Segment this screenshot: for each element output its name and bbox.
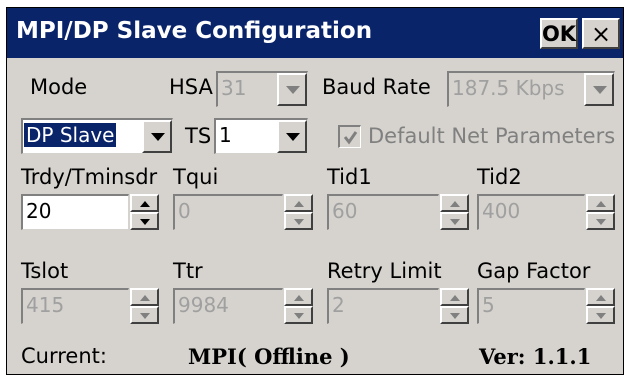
config-window: MPI/DP Slave Configuration OK × Mode HSA… bbox=[6, 7, 624, 375]
ts-dropdown[interactable]: 1 bbox=[214, 118, 308, 154]
default-net-label: Default Net Parameters bbox=[368, 124, 616, 148]
arrow-up-icon bbox=[284, 288, 313, 306]
version-label: Ver: 1.1.1 bbox=[479, 344, 592, 369]
current-status: MPI( Offline ) bbox=[188, 344, 350, 369]
gap-factor-input: 5 bbox=[477, 288, 585, 324]
retry-limit-value: 2 bbox=[332, 293, 345, 317]
arrow-down-icon bbox=[130, 306, 159, 324]
baud-rate-value: 187.5 Kbps bbox=[452, 76, 565, 100]
tslot-label: Tslot bbox=[21, 259, 69, 283]
arrow-down-icon[interactable] bbox=[130, 212, 159, 230]
ttr-spinner bbox=[284, 288, 313, 324]
chevron-down-icon[interactable] bbox=[142, 120, 172, 153]
arrow-down-icon bbox=[440, 306, 469, 324]
close-button[interactable]: × bbox=[582, 18, 620, 49]
arrow-up-icon[interactable] bbox=[130, 194, 159, 212]
tid1-label: Tid1 bbox=[327, 165, 372, 189]
tqui-value: 0 bbox=[178, 199, 191, 223]
tslot-input: 415 bbox=[21, 288, 129, 324]
arrow-up-icon bbox=[440, 194, 469, 212]
baud-rate-dropdown: 187.5 Kbps bbox=[447, 71, 615, 107]
trdy-value: 20 bbox=[26, 199, 52, 223]
chevron-down-icon bbox=[584, 73, 614, 106]
arrow-down-icon bbox=[284, 306, 313, 324]
mode-dropdown[interactable]: DP Slave bbox=[21, 118, 173, 154]
tqui-input: 0 bbox=[173, 194, 283, 230]
ts-label: TS bbox=[185, 124, 212, 148]
arrow-down-icon bbox=[284, 212, 313, 230]
gap-factor-value: 5 bbox=[482, 293, 495, 317]
ts-value: 1 bbox=[219, 123, 232, 147]
tid2-spinner bbox=[586, 194, 615, 230]
tid2-input: 400 bbox=[477, 194, 585, 230]
trdy-input[interactable]: 20 bbox=[21, 194, 129, 230]
current-label: Current: bbox=[21, 344, 107, 368]
tid1-value: 60 bbox=[332, 199, 358, 223]
arrow-down-icon bbox=[440, 212, 469, 230]
check-icon bbox=[343, 131, 358, 145]
tid2-label: Tid2 bbox=[477, 165, 522, 189]
tslot-spinner bbox=[130, 288, 159, 324]
arrow-up-icon bbox=[284, 194, 313, 212]
chevron-down-icon bbox=[277, 73, 307, 106]
tid1-spinner bbox=[440, 194, 469, 230]
tslot-value: 415 bbox=[26, 293, 65, 317]
arrow-up-icon bbox=[586, 288, 615, 306]
tqui-spinner bbox=[284, 194, 313, 230]
arrow-up-icon bbox=[586, 194, 615, 212]
tid1-input: 60 bbox=[327, 194, 439, 230]
hsa-value: 31 bbox=[221, 76, 247, 100]
tid2-value: 400 bbox=[482, 199, 521, 223]
title-bar: MPI/DP Slave Configuration OK × bbox=[7, 8, 623, 58]
ttr-value: 9984 bbox=[178, 293, 229, 317]
gap-factor-label: Gap Factor bbox=[477, 259, 591, 283]
hsa-label: HSA bbox=[169, 75, 213, 99]
arrow-down-icon bbox=[586, 212, 615, 230]
ok-button[interactable]: OK bbox=[540, 18, 578, 49]
hsa-dropdown: 31 bbox=[216, 71, 308, 107]
baud-rate-label: Baud Rate bbox=[322, 75, 431, 99]
arrow-up-icon bbox=[130, 288, 159, 306]
tqui-label: Tqui bbox=[173, 165, 219, 189]
arrow-down-icon bbox=[586, 306, 615, 324]
mode-label: Mode bbox=[30, 75, 88, 99]
mode-value: DP Slave bbox=[22, 122, 118, 148]
trdy-spinner[interactable] bbox=[130, 194, 159, 230]
ttr-label: Ttr bbox=[173, 259, 203, 283]
ttr-input: 9984 bbox=[173, 288, 283, 324]
gap-factor-spinner bbox=[586, 288, 615, 324]
chevron-down-icon[interactable] bbox=[277, 120, 307, 153]
default-net-checkbox bbox=[338, 125, 361, 148]
retry-limit-spinner bbox=[440, 288, 469, 324]
retry-limit-input: 2 bbox=[327, 288, 439, 324]
retry-limit-label: Retry Limit bbox=[327, 259, 442, 283]
arrow-up-icon bbox=[440, 288, 469, 306]
window-title: MPI/DP Slave Configuration bbox=[16, 18, 373, 44]
trdy-label: Trdy/Tminsdr bbox=[21, 165, 158, 189]
